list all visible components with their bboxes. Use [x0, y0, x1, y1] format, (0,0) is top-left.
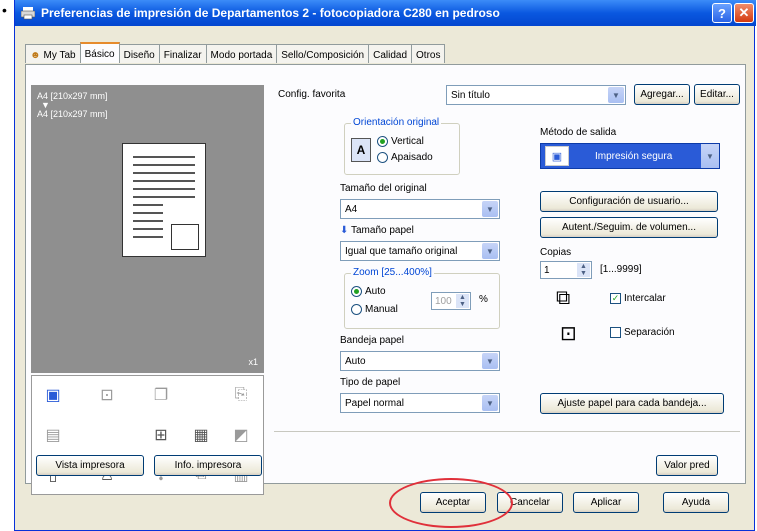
secure-print-icon: ▣	[545, 146, 569, 166]
spin-arrows-icon: ▲ ▼	[456, 294, 469, 308]
auth-tracking-button[interactable]: Autent./Seguim. de volumen...	[540, 217, 718, 238]
window-title: Preferencias de impresión de Departament…	[41, 6, 500, 20]
orientation-group: Orientación original A Vertical Apaisado	[344, 117, 460, 175]
user-config-button[interactable]: Configuración de usuario...	[540, 191, 718, 212]
paper-size-select[interactable]: Igual que tamaño original ▼	[340, 241, 500, 261]
separation-icon: ⊡	[560, 323, 577, 345]
chevron-down-icon: ▼	[608, 87, 624, 103]
zoom-auto-radio[interactable]: Auto	[351, 286, 386, 297]
preview-sheet	[122, 143, 206, 257]
favorite-config-select[interactable]: Sin título ▼	[446, 85, 626, 105]
spin-arrows-icon: ▲ ▼	[577, 263, 590, 277]
printer-icon	[20, 6, 36, 20]
apply-button[interactable]: Aplicar	[573, 492, 639, 513]
tray-paper-adjust-button[interactable]: Ajuste papel para cada bandeja...	[540, 393, 724, 414]
tab-calidad[interactable]: Calidad	[368, 44, 413, 63]
highlight-circle	[389, 478, 513, 528]
zoom-manual-radio[interactable]: Manual	[351, 304, 398, 315]
tab-otros[interactable]: Otros	[411, 44, 446, 63]
copies-label: Copias	[540, 247, 572, 258]
default-values-button[interactable]: Valor pred	[656, 455, 718, 476]
chevron-down-icon: ▼	[701, 144, 719, 168]
list-bullet: •	[2, 2, 7, 18]
function-icon-grid: ▣ ⊡ ❐ ⎘ ▤ ⊞ ▦ ◩ ▯ ♙ ✣ ⧉ ▥	[31, 375, 264, 495]
duplicate-icon[interactable]: ❐	[150, 384, 172, 406]
title-bar: Preferencias de impresión de Departament…	[15, 0, 756, 26]
staple-icon[interactable]: ⎘	[230, 384, 252, 406]
original-size-select[interactable]: A4 ▼	[340, 199, 500, 219]
chevron-down-icon: ▼	[482, 243, 498, 259]
output-method-label: Método de salida	[540, 127, 617, 138]
page-add-icon[interactable]: ⊞	[150, 424, 172, 446]
output-method-select[interactable]: ▣ Impresión segura ▼	[540, 143, 720, 169]
tab-sello-composicion[interactable]: Sello/Composición	[276, 44, 370, 63]
original-size-label: Tamaño del original	[340, 183, 427, 194]
edit-favorite-button[interactable]: Editar...	[694, 84, 740, 105]
zoom-title: Zoom [25...400%]	[351, 267, 434, 278]
paper-type-select[interactable]: Papel normal ▼	[340, 393, 500, 413]
zoom-unit: %	[479, 294, 488, 305]
orientation-title: Orientación original	[351, 117, 442, 128]
separation-checkbox[interactable]: Separación	[610, 327, 675, 338]
preview-output-size: A4 [210x297 mm]	[37, 109, 108, 119]
zoom-group: Zoom [25...400%] Auto Manual 100 ▲ ▼ %	[344, 267, 500, 329]
paper-tray-label: Bandeja papel	[340, 335, 404, 346]
page-preview: A4 [210x297 mm] ▼ A4 [210x297 mm] x1	[31, 85, 264, 373]
tab-finalizar[interactable]: Finalizar	[158, 44, 207, 63]
copies-range: [1...9999]	[600, 264, 642, 275]
chevron-down-icon: ▼	[482, 395, 498, 411]
arrow-down-icon: ⬇	[340, 225, 349, 236]
print-preferences-window: Preferencias de impresión de Departament…	[14, 0, 756, 531]
paper-type-label: Tipo de papel	[340, 377, 401, 388]
portrait-page-icon: A	[351, 138, 371, 162]
help-button[interactable]: Ayuda	[663, 492, 729, 513]
booklet-icon[interactable]: ▤	[42, 424, 64, 446]
zoom-value-spinner[interactable]: 100 ▲ ▼	[431, 292, 471, 310]
add-favorite-button[interactable]: Agregar...	[634, 84, 690, 105]
close-button[interactable]: ✕	[734, 3, 754, 23]
favorite-config-label: Config. favorita	[278, 89, 346, 100]
paper-size-label: ⬇ Tamaño papel	[340, 225, 414, 236]
tab-basico[interactable]: Básico	[79, 42, 120, 63]
preview-scale: x1	[248, 357, 258, 367]
orientation-vertical-radio[interactable]: Vertical	[377, 136, 424, 147]
copies-spinner[interactable]: 1 ▲ ▼	[540, 261, 592, 279]
user-icon: ☻	[30, 49, 41, 61]
printer-info-button[interactable]: Info. impresora	[154, 455, 262, 476]
paper-tray-select[interactable]: Auto ▼	[340, 351, 500, 371]
paper-stack-icon[interactable]: ◩	[230, 424, 252, 446]
tab-diseno[interactable]: Diseño	[118, 44, 160, 63]
chevron-down-icon: ▼	[482, 201, 498, 217]
orientation-landscape-radio[interactable]: Apaisado	[377, 152, 433, 163]
tab-strip: ☻ My Tab Básico Diseño Finalizar Modo po…	[25, 42, 446, 64]
secure-print-icon[interactable]: ▣	[42, 384, 64, 406]
tab-panel-basico: A4 [210x297 mm] ▼ A4 [210x297 mm] x1 ▣ ⊡…	[25, 64, 746, 495]
printer-view-button[interactable]: Vista impresora	[36, 455, 144, 476]
divider	[274, 431, 740, 432]
document-icon[interactable]: ▦	[190, 424, 212, 446]
help-title-button[interactable]: ?	[712, 3, 732, 23]
tab-modo-portada[interactable]: Modo portada	[205, 44, 278, 63]
collate-icon: ⧉	[556, 287, 571, 309]
copy-protect-icon[interactable]: ⊡	[96, 384, 118, 406]
chevron-down-icon: ▼	[482, 353, 498, 369]
tab-my-tab[interactable]: ☻ My Tab	[25, 44, 81, 63]
collate-checkbox[interactable]: ✓ Intercalar	[610, 293, 666, 304]
